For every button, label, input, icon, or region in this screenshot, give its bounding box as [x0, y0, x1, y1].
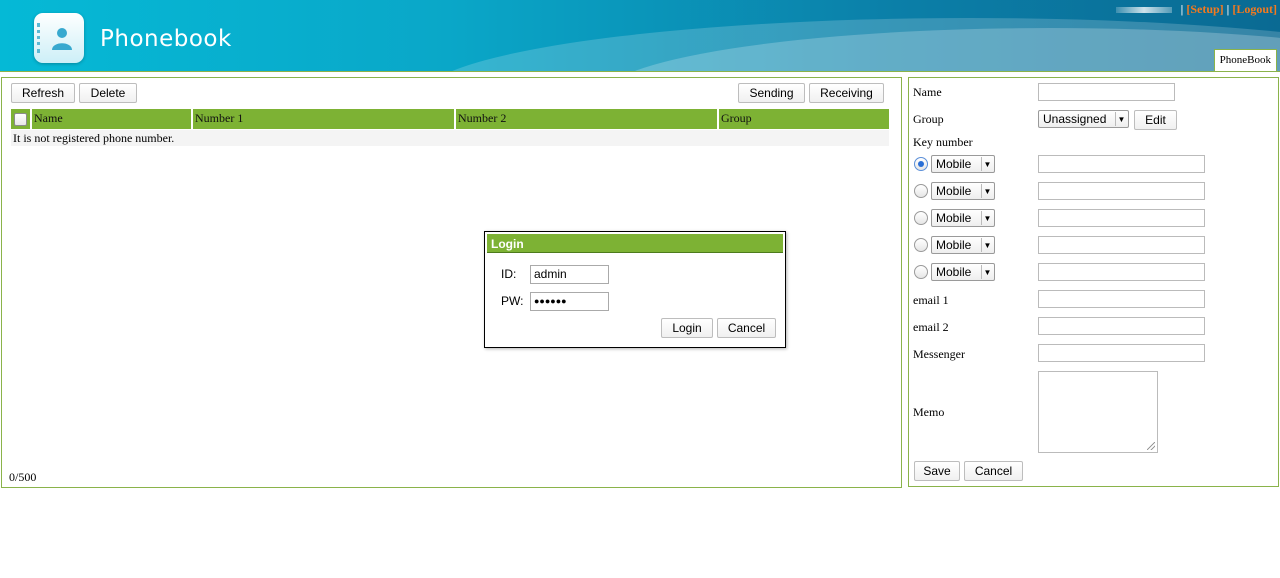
key-number-radio-3[interactable]	[914, 211, 928, 225]
id-input[interactable]: admin	[530, 265, 609, 284]
number-type-value: Mobile	[936, 184, 972, 198]
empty-table-message: It is not registered phone number.	[11, 130, 889, 146]
key-number-label: Key number	[913, 135, 973, 149]
number-type-select-1[interactable]: Mobile ▼	[931, 155, 995, 173]
email2-input[interactable]	[1038, 317, 1205, 335]
column-header-number1[interactable]: Number 1	[193, 109, 454, 129]
number-type-value: Mobile	[936, 265, 972, 279]
chevron-down-icon: ▼	[1115, 112, 1127, 126]
number-type-select-3[interactable]: Mobile ▼	[931, 209, 995, 227]
email2-label: email 2	[913, 320, 949, 334]
chevron-down-icon: ▼	[981, 157, 993, 171]
messenger-input[interactable]	[1038, 344, 1205, 362]
sending-button[interactable]: Sending	[738, 83, 805, 103]
save-button[interactable]: Save	[914, 461, 960, 481]
phonebook-contact-icon	[34, 13, 84, 63]
app-header: Phonebook | [Setup] | [Logout] PhoneBook	[0, 0, 1280, 72]
phone-number-input-4[interactable]	[1038, 236, 1205, 254]
key-number-radio-5[interactable]	[914, 265, 928, 279]
key-number-radio-2[interactable]	[914, 184, 928, 198]
login-dialog-title: Login	[487, 234, 783, 253]
form-cancel-button[interactable]: Cancel	[964, 461, 1023, 481]
number-type-value: Mobile	[936, 238, 972, 252]
contact-form-panel: Name Group Unassigned ▼ Edit Key number …	[908, 77, 1279, 487]
setup-link[interactable]: [Setup]	[1186, 2, 1223, 16]
login-button[interactable]: Login	[661, 318, 713, 338]
key-number-radio-4[interactable]	[914, 238, 928, 252]
chevron-down-icon: ▼	[981, 238, 993, 252]
phone-number-input-1[interactable]	[1038, 155, 1205, 173]
phone-number-input-5[interactable]	[1038, 263, 1205, 281]
number-type-select-2[interactable]: Mobile ▼	[931, 182, 995, 200]
name-input[interactable]	[1038, 83, 1175, 101]
receiving-button[interactable]: Receiving	[809, 83, 884, 103]
pw-input[interactable]: ●●●●●●	[530, 292, 609, 311]
number-type-value: Mobile	[936, 157, 972, 171]
chevron-down-icon: ▼	[981, 184, 993, 198]
pw-label: PW:	[501, 294, 524, 308]
refresh-button[interactable]: Refresh	[11, 83, 75, 103]
top-links: | [Setup] | [Logout]	[1115, 2, 1277, 17]
email1-input[interactable]	[1038, 290, 1205, 308]
number-type-select-4[interactable]: Mobile ▼	[931, 236, 995, 254]
link-separator: |	[1226, 2, 1230, 16]
memo-textarea[interactable]	[1038, 371, 1158, 453]
number-type-select-5[interactable]: Mobile ▼	[931, 263, 995, 281]
resize-grip-icon[interactable]	[1147, 442, 1155, 450]
edit-group-button[interactable]: Edit	[1134, 110, 1177, 130]
link-separator: |	[1180, 2, 1184, 16]
phone-number-input-3[interactable]	[1038, 209, 1205, 227]
login-dialog: Login ID: admin PW: ●●●●●● Login Cancel	[484, 231, 786, 348]
messenger-label: Messenger	[913, 347, 965, 361]
email1-label: email 1	[913, 293, 949, 307]
table-header: Name Number 1 Number 2 Group	[11, 109, 889, 129]
key-number-radio-1[interactable]	[914, 157, 928, 171]
id-label: ID:	[501, 267, 517, 281]
tab-phonebook[interactable]: PhoneBook	[1213, 49, 1277, 71]
name-label: Name	[913, 85, 942, 99]
chevron-down-icon: ▼	[981, 211, 993, 225]
phone-number-input-2[interactable]	[1038, 182, 1205, 200]
delete-button[interactable]: Delete	[79, 83, 137, 103]
logout-link[interactable]: [Logout]	[1232, 2, 1277, 16]
group-label: Group	[913, 112, 944, 126]
number-type-value: Mobile	[936, 211, 972, 225]
column-header-number2[interactable]: Number 2	[456, 109, 717, 129]
blurred-username	[1115, 7, 1172, 14]
login-cancel-button[interactable]: Cancel	[717, 318, 776, 338]
contact-count: 0/500	[9, 470, 37, 484]
chevron-down-icon: ▼	[981, 265, 993, 279]
column-header-name[interactable]: Name	[32, 109, 191, 129]
app-title: Phonebook	[100, 26, 232, 52]
memo-label: Memo	[913, 405, 945, 419]
select-all-checkbox[interactable]	[14, 113, 27, 126]
column-header-group[interactable]: Group	[719, 109, 889, 129]
group-select[interactable]: Unassigned ▼	[1038, 110, 1129, 128]
select-all-cell	[11, 109, 30, 129]
group-select-value: Unassigned	[1043, 112, 1107, 126]
